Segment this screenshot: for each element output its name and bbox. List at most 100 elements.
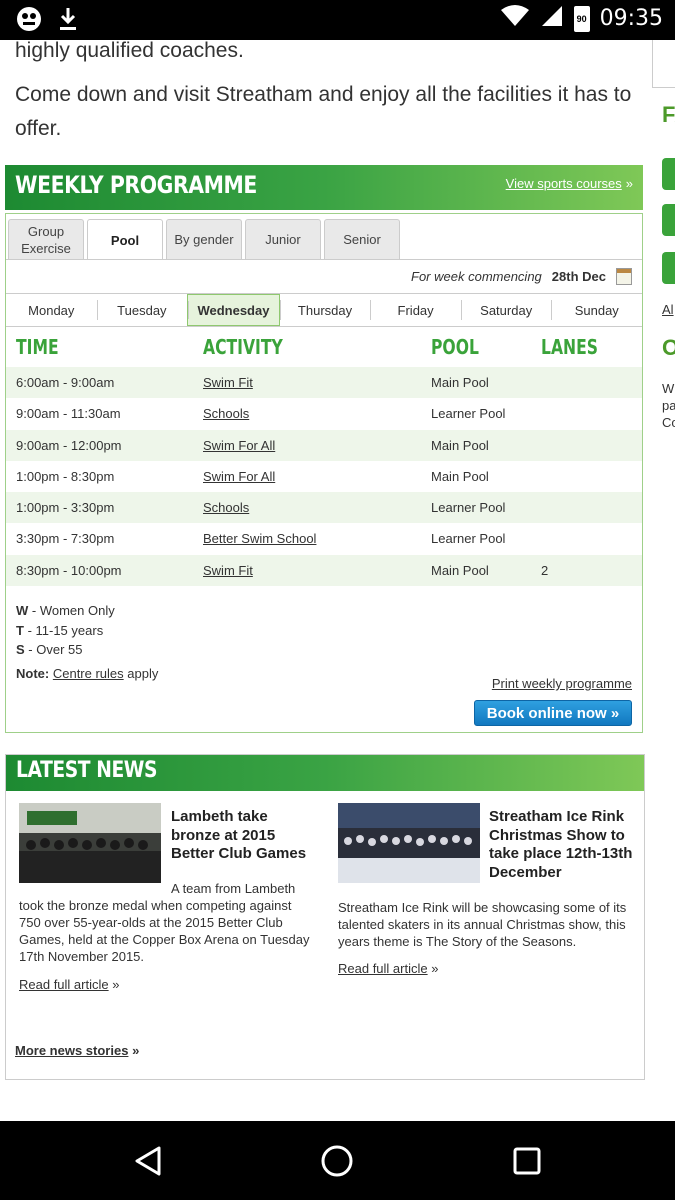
cell-pool: Learner Pool [431,531,506,547]
table-row: 3:30pm - 7:30pm Better Swim School Learner… [6,523,642,554]
intro-text: highly qualified coaches. Come down and … [15,40,635,156]
tabs-divider [6,259,642,260]
read-full-article-link[interactable]: Read full article [338,961,428,976]
cell-time: 9:00am - 11:30am [16,406,121,422]
cell-pool: Main Pool [431,375,489,390]
more-news-link[interactable]: More news stories [15,1043,128,1058]
read-full-article-link[interactable]: Read full article [19,977,109,992]
tab-pool[interactable]: Pool [87,219,163,260]
activity-link[interactable]: Better Swim School [203,531,316,546]
table-body: 6:00am - 9:00am Swim Fit Main Pool 9:00am -… [6,367,642,587]
activity-link[interactable]: Swim Fit [203,563,253,578]
article-headline[interactable]: Lambeth take bronze at 2015 Better Club … [171,808,319,864]
back-icon[interactable] [126,1139,170,1183]
programme-panel: Group Exercise Pool By gender Junior Sen… [5,213,643,733]
intro-line-1: highly qualified coaches. [15,40,244,62]
recents-icon[interactable] [505,1139,549,1183]
read-more-arrow: » [431,961,439,976]
activity-link[interactable]: Swim For All [203,438,275,453]
day-tab-tuesday[interactable]: Tuesday [96,294,188,326]
legend-item: S - Over 55 [16,640,158,660]
activity-link[interactable]: Swim For All [203,469,275,484]
sidebar-text: W pa Co [662,381,675,430]
programme-header: WEEKLY PROGRAMME View sports courses» [5,165,643,210]
cell-time: 1:00pm - 8:30pm [16,468,115,484]
tab-senior[interactable]: Senior [324,219,400,259]
cell-time: 9:00am - 12:00pm [16,437,122,453]
cell-pool: Learner Pool [431,406,506,422]
article-headline[interactable]: Streatham Ice Rink Christmas Show to tak… [489,808,639,882]
table-row: 6:00am - 9:00am Swim Fit Main Pool [6,367,642,399]
table-header: TIME ACTIVITY POOL LANES [6,327,642,367]
home-icon[interactable] [315,1139,359,1183]
legend: W - Women Only T - 11-15 years S - Over … [16,601,158,683]
note: Note: Centre rules apply [16,664,158,684]
cell-pool: Main Pool [431,562,489,578]
calendar-icon[interactable] [616,268,632,285]
article-thumbnail[interactable] [338,803,480,883]
view-sports-courses-link[interactable]: View sports courses» [506,176,633,191]
cell-time: 1:00pm - 3:30pm [16,500,115,516]
swimming-icon[interactable] [662,204,675,236]
more-news: More news stories » [15,1043,139,1058]
more-news-arrow: » [132,1043,140,1058]
view-sports-courses-label: View sports courses [505,176,622,191]
sidebar-link[interactable]: Al [662,302,674,317]
column-header-activity: ACTIVITY [203,335,283,359]
download-icon [58,6,78,37]
running-icon[interactable] [662,158,675,190]
column-header-pool: POOL [431,335,479,359]
intro-line-2: Come down and visit Streatham and enjoy … [15,83,632,140]
sidebar-heading: FA [662,102,675,127]
cell-pool: Main Pool [431,437,489,453]
week-selector: For week commencing 28th Dec [411,268,632,285]
table-row: 8:30pm - 10:00pm Swim Fit Main Pool 2 [6,554,642,587]
latest-news: LATEST NEWS Lambeth take bronze at 2015 … [5,754,645,1080]
cell-time: 3:30pm - 7:30pm [16,531,115,547]
legend-item: W - Women Only [16,601,158,621]
legend-key: S [16,642,25,657]
day-tab-monday[interactable]: Monday [6,294,97,326]
day-tab-thursday[interactable]: Thursday [279,294,371,326]
tab-by-gender[interactable]: By gender [166,219,242,259]
tab-group-exercise[interactable]: Group Exercise [8,219,84,259]
read-more: Read full article » [19,976,119,993]
activity-link[interactable]: Schools [203,500,249,515]
activity-link[interactable]: Swim Fit [203,375,253,390]
pool-timetable: TIME ACTIVITY POOL LANES 6:00am - 9:00am… [6,327,642,587]
centre-rules-link[interactable]: Centre rules [53,666,124,681]
book-online-button[interactable]: Book online now » [474,700,632,726]
note-suffix: apply [127,665,159,681]
view-sports-courses-arrow: » [625,176,633,191]
activity-link[interactable]: Schools [203,406,249,421]
day-tab-saturday[interactable]: Saturday [460,294,552,326]
read-more: Read full article » [338,960,438,977]
cell-time: 8:30pm - 10:00pm [16,562,122,578]
day-tab-friday[interactable]: Friday [370,294,461,326]
article-thumbnail[interactable] [19,803,161,883]
print-programme-link[interactable]: Print weekly programme [492,676,632,691]
battery-level: 90 [576,13,587,24]
news-header: LATEST NEWS [6,755,644,791]
day-tab-sunday[interactable]: Sunday [551,294,642,326]
clock: 09:35 [599,6,663,31]
legend-key: W [16,603,29,618]
sidebar-box [652,40,675,88]
cell-lanes: 2 [541,562,549,578]
table-row: 9:00am - 12:00pm Swim For All Main Pool [6,429,642,461]
tab-junior[interactable]: Junior [245,219,321,259]
fitness-icon[interactable] [662,252,675,284]
week-date: 28th Dec [551,269,606,284]
column-header-lanes: LANES [541,335,598,359]
day-tabs: Monday Tuesday Wednesday Thursday Friday… [6,293,642,327]
table-row: 1:00pm - 3:30pm Schools Learner Pool [6,492,642,524]
cell-pool: Learner Pool [431,500,506,516]
right-sidebar: FA Al OU W pa Co [652,40,675,480]
page-content: highly qualified coaches. Come down and … [0,40,675,1121]
signal-icon [540,4,564,33]
column-header-time: TIME [16,335,59,359]
sidebar-heading-2: OU [662,335,675,360]
news-title: LATEST NEWS [16,758,158,783]
day-tab-wednesday[interactable]: Wednesday [187,294,280,326]
navigation-bar [0,1121,675,1200]
